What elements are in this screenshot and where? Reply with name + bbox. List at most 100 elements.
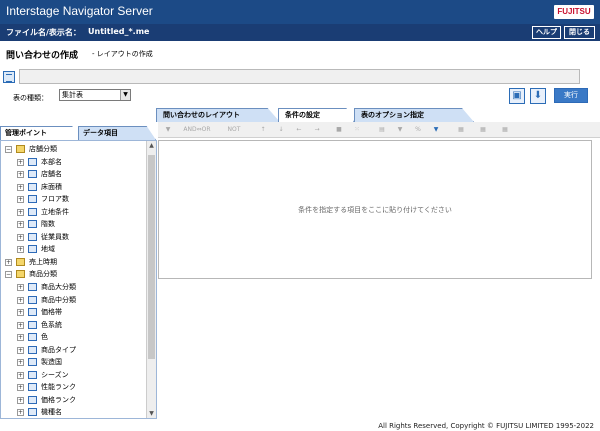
tree-item[interactable]: + 価格帯 bbox=[1, 306, 147, 319]
tree-panel: − 店舗分類 + 本部名 + 店舗名 + 床面積 + フロア数 + 立地条件 + 階数 + 従業員数 + 地域 + 売… bbox=[0, 140, 157, 419]
expand-icon[interactable]: + bbox=[17, 409, 24, 417]
tree-item[interactable]: + 従業員数 bbox=[1, 231, 147, 244]
tree-item-label: 立地条件 bbox=[41, 207, 69, 216]
tree-item[interactable]: + 商品タイプ bbox=[1, 344, 147, 357]
tree-item-label: 色系統 bbox=[41, 320, 62, 329]
condition-icon[interactable]: ▤ bbox=[377, 125, 387, 135]
arrow-down-icon[interactable]: ↓ bbox=[276, 125, 286, 135]
tree-item-label: 階数 bbox=[41, 220, 55, 229]
scroll-down-icon[interactable]: ▼ bbox=[147, 409, 156, 418]
layout-c-icon[interactable]: ▦ bbox=[500, 125, 510, 135]
query-name-field[interactable] bbox=[19, 69, 580, 84]
grid-icon[interactable] bbox=[3, 71, 15, 83]
arrow-up-icon[interactable]: ↑ bbox=[258, 125, 268, 135]
expand-icon[interactable]: + bbox=[17, 284, 24, 292]
tree-item[interactable]: + 立地条件 bbox=[1, 206, 147, 219]
expand-icon[interactable]: + bbox=[17, 309, 24, 317]
expand-icon[interactable]: + bbox=[17, 221, 24, 229]
table-icon bbox=[28, 170, 37, 179]
tree-item[interactable]: + 床面積 bbox=[1, 181, 147, 194]
table-icon bbox=[28, 395, 37, 404]
tree-item[interactable]: + 機種名 bbox=[1, 406, 147, 418]
percent-icon[interactable]: % bbox=[413, 125, 423, 135]
tree-item[interactable]: + 階数 bbox=[1, 218, 147, 231]
tree-item[interactable]: − 商品分類 bbox=[1, 268, 147, 281]
expand-icon[interactable]: + bbox=[17, 158, 24, 166]
collapse-icon[interactable]: − bbox=[5, 146, 12, 153]
tab-data-items[interactable]: データ項目 bbox=[78, 126, 156, 140]
tree-item-label: シーズン bbox=[41, 370, 69, 379]
arrow-left-icon[interactable]: ← bbox=[294, 125, 304, 135]
fujitsu-logo: FUJITSU bbox=[554, 5, 594, 19]
expand-icon[interactable]: + bbox=[5, 258, 12, 266]
tab-table-options[interactable]: 表のオプション指定 bbox=[354, 108, 474, 122]
and-or-button[interactable]: AND⇔OR bbox=[178, 125, 216, 135]
tree-item[interactable]: + 色 bbox=[1, 331, 147, 344]
table-icon bbox=[28, 333, 37, 342]
expand-icon[interactable]: + bbox=[17, 371, 24, 379]
tree-item[interactable]: + フロア数 bbox=[1, 193, 147, 206]
tree-item-label: 地域 bbox=[41, 245, 55, 254]
scroll-up-icon[interactable]: ▲ bbox=[147, 141, 156, 150]
execute-button[interactable]: 実行 bbox=[554, 88, 588, 103]
expand-icon[interactable]: + bbox=[17, 183, 24, 191]
tab-management-points[interactable]: 管理ポイント bbox=[0, 126, 82, 140]
tree-item[interactable]: + 製造国 bbox=[1, 356, 147, 369]
expand-icon[interactable]: + bbox=[17, 296, 24, 304]
expand-icon[interactable]: + bbox=[17, 196, 24, 204]
expand-icon[interactable]: + bbox=[17, 208, 24, 216]
table-icon bbox=[28, 358, 37, 367]
filter-active-icon[interactable]: ▼ bbox=[431, 125, 441, 135]
table-icon bbox=[28, 207, 37, 216]
tab-condition-settings[interactable]: 条件の設定 bbox=[278, 108, 354, 122]
tree-item[interactable]: + 性能ランク bbox=[1, 381, 147, 394]
arrow-right-icon[interactable]: → bbox=[312, 125, 322, 135]
not-button[interactable]: NOT bbox=[224, 125, 244, 135]
tree-item-label: フロア数 bbox=[41, 195, 69, 204]
table-icon bbox=[28, 283, 37, 292]
expand-icon[interactable]: + bbox=[17, 233, 24, 241]
download-icon[interactable]: ⬇ bbox=[530, 88, 546, 104]
tree-item[interactable]: + 本部名 bbox=[1, 156, 147, 169]
collapse-icon[interactable]: − bbox=[5, 271, 12, 279]
tree-list: − 店舗分類 + 本部名 + 店舗名 + 床面積 + フロア数 + 立地条件 + 階数 + 従業員数 + 地域 + 売… bbox=[1, 143, 147, 418]
tree-item[interactable]: + 店舗名 bbox=[1, 168, 147, 181]
funnel-icon[interactable]: ▼ bbox=[395, 125, 405, 135]
condition-drop-area[interactable]: 条件を指定する項目をここに貼り付けてください bbox=[158, 140, 592, 279]
tree-item-label: 商品中分類 bbox=[41, 295, 76, 304]
chevron-down-icon: ▼ bbox=[120, 90, 130, 100]
expand-icon[interactable]: + bbox=[17, 396, 24, 404]
tree-item-label: 床面積 bbox=[41, 182, 62, 191]
copyright-text: All Rights Reserved, Copyright © FUJITSU… bbox=[378, 422, 594, 430]
tree-scrollbar[interactable]: ▲ ▼ bbox=[146, 141, 156, 418]
filter-icon[interactable]: ▼ bbox=[162, 125, 174, 135]
expand-icon[interactable]: + bbox=[17, 321, 24, 329]
layout-b-icon[interactable]: ▦ bbox=[478, 125, 488, 135]
help-button[interactable]: ヘルプ bbox=[532, 26, 561, 39]
tree-item[interactable]: + 商品大分類 bbox=[1, 281, 147, 294]
tree-item[interactable]: + 価格ランク bbox=[1, 394, 147, 407]
table-icon bbox=[28, 195, 37, 204]
tree-item[interactable]: + 商品中分類 bbox=[1, 294, 147, 307]
select-icon[interactable]: ⁙ bbox=[352, 125, 362, 135]
tab-query-layout[interactable]: 問い合わせのレイアウト bbox=[156, 108, 280, 122]
expand-icon[interactable]: + bbox=[17, 346, 24, 354]
tree-item[interactable]: + シーズン bbox=[1, 369, 147, 382]
tree-item[interactable]: + 売上時期 bbox=[1, 256, 147, 269]
table-icon bbox=[28, 408, 37, 417]
layout-a-icon[interactable]: ▦ bbox=[456, 125, 466, 135]
tree-item[interactable]: − 店舗分類 bbox=[1, 143, 147, 156]
tree-item[interactable]: + 色系統 bbox=[1, 319, 147, 332]
save-icon[interactable]: ▣ bbox=[509, 88, 525, 104]
delete-icon[interactable]: ■ bbox=[334, 125, 344, 135]
expand-icon[interactable]: + bbox=[17, 171, 24, 179]
expand-icon[interactable]: + bbox=[17, 359, 24, 367]
close-button[interactable]: 閉じる bbox=[564, 26, 595, 39]
scroll-thumb[interactable] bbox=[148, 155, 155, 359]
expand-icon[interactable]: + bbox=[17, 334, 24, 342]
tree-item-label: 価格ランク bbox=[41, 395, 76, 404]
table-type-select[interactable]: 集計表 ▼ bbox=[59, 89, 131, 101]
expand-icon[interactable]: + bbox=[17, 246, 24, 254]
tree-item[interactable]: + 地域 bbox=[1, 243, 147, 256]
expand-icon[interactable]: + bbox=[17, 384, 24, 392]
